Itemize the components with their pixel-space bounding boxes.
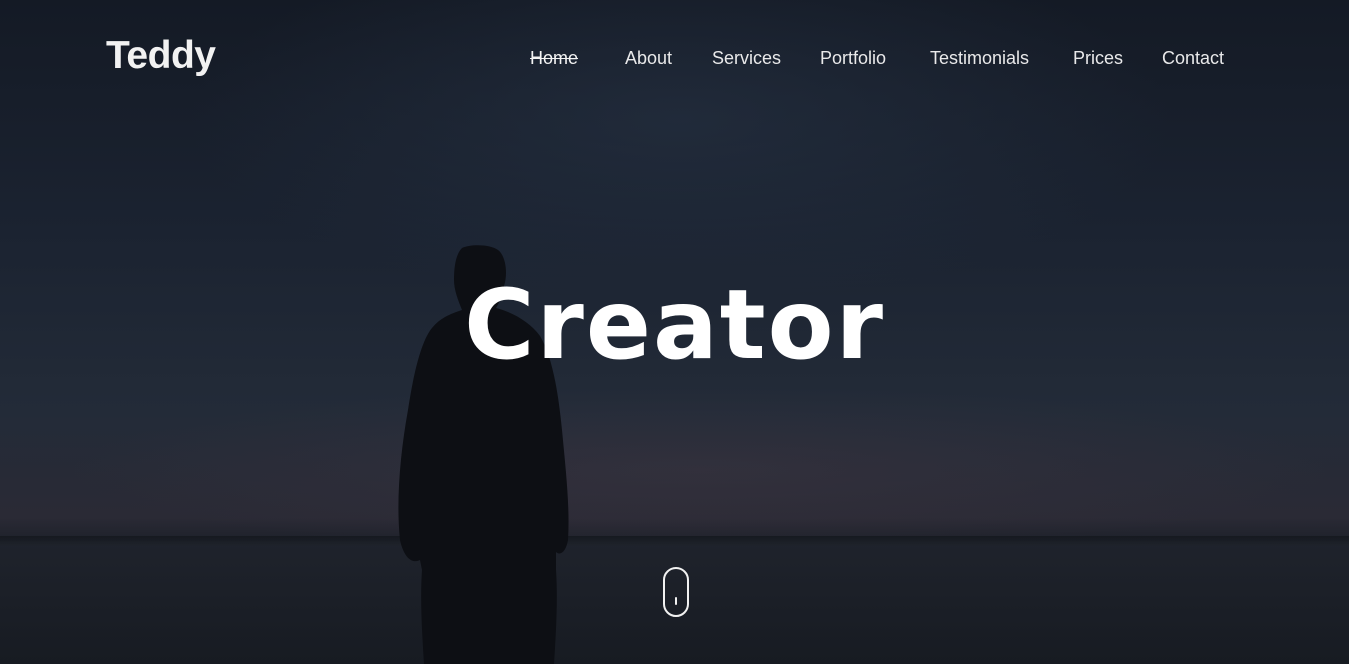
horizon-line xyxy=(0,536,1349,546)
nav-link-portfolio[interactable]: Portfolio xyxy=(820,48,886,69)
scroll-down-mouse-icon[interactable] xyxy=(663,567,689,617)
top-navbar: Teddy Home About Services Portfolio Test… xyxy=(0,0,1349,118)
hero-title: Creator xyxy=(464,269,885,381)
hero-section: Teddy Home About Services Portfolio Test… xyxy=(0,0,1349,664)
scroll-wheel-icon xyxy=(675,597,677,605)
nav-menu: Home About Services Portfolio Testimonia… xyxy=(0,48,1349,72)
nav-link-services[interactable]: Services xyxy=(712,48,781,69)
nav-link-about[interactable]: About xyxy=(625,48,672,69)
nav-link-home[interactable]: Home xyxy=(530,48,578,69)
nav-link-prices[interactable]: Prices xyxy=(1073,48,1123,69)
nav-link-testimonials[interactable]: Testimonials xyxy=(930,48,1029,69)
nav-link-contact[interactable]: Contact xyxy=(1162,48,1224,69)
